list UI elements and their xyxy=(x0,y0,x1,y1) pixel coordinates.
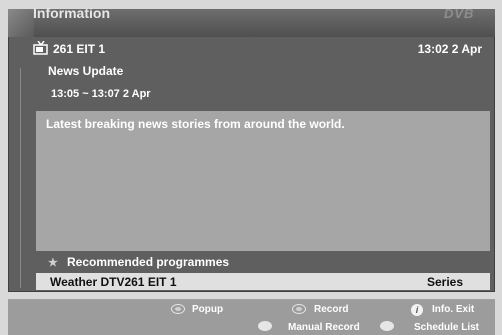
dvb-logo: DVB xyxy=(444,6,475,21)
recommended-item-tag: Series xyxy=(427,275,464,289)
programme-time: 13:05 ~ 13:07 2 Apr xyxy=(51,88,151,100)
record-button-icon xyxy=(292,304,306,314)
programme-title: News Update xyxy=(48,64,124,78)
schedule-list-button[interactable]: Schedule List xyxy=(414,322,479,333)
ok-button-icon xyxy=(171,304,185,314)
divider xyxy=(20,68,21,288)
page-title: Information xyxy=(33,5,110,21)
star-icon: ★ xyxy=(48,257,58,269)
programme-description: Latest breaking news stories from around… xyxy=(46,117,345,131)
recommended-heading: Recommended programmes xyxy=(67,255,230,269)
recommended-item-name: Weather DTV261 EIT 1 xyxy=(50,275,177,289)
record-button[interactable]: Record xyxy=(314,304,348,315)
manual-record-key-icon xyxy=(258,321,272,331)
title-accent xyxy=(8,9,34,37)
description-box xyxy=(36,111,490,251)
channel-label: 261 EIT 1 xyxy=(53,42,106,56)
popup-button[interactable]: Popup xyxy=(192,304,223,315)
tv-antenna-icon xyxy=(33,41,48,55)
manual-record-button[interactable]: Manual Record xyxy=(288,322,360,333)
clock: 13:02 2 Apr xyxy=(417,42,482,56)
info-icon: i xyxy=(411,304,423,316)
info-exit-button[interactable]: Info. Exit xyxy=(432,304,474,315)
schedule-list-key-icon xyxy=(380,321,394,331)
